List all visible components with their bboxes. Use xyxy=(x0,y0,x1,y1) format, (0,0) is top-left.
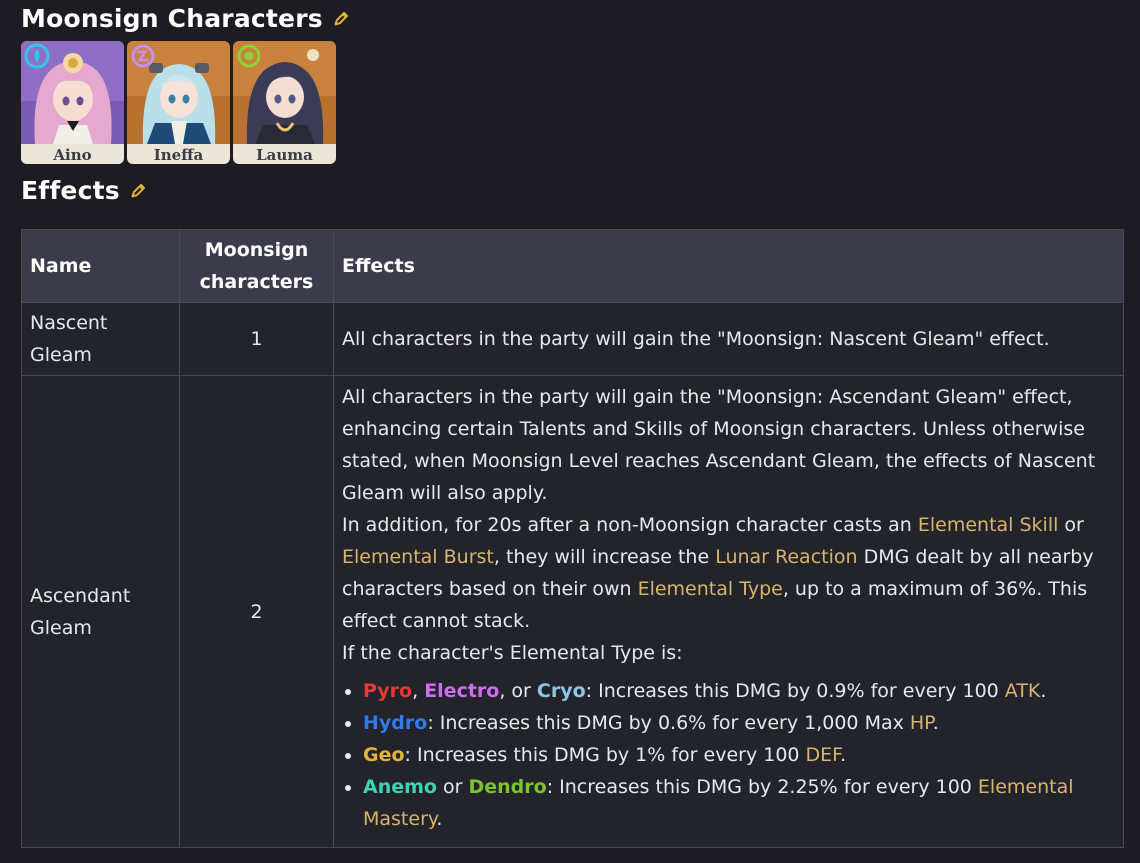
effect-condition: If the character's Elemental Type is: xyxy=(342,642,683,664)
text: , they will increase the xyxy=(493,546,716,568)
character-name: Lauma xyxy=(233,144,336,164)
character-cards: Aino Ineffa Lauma xyxy=(21,41,336,164)
row-count: 1 xyxy=(179,302,334,376)
column-header-effects[interactable]: Effects xyxy=(333,229,1124,303)
element-bullet-list: Pyro, Electro, or Cryo: Increases this D… xyxy=(342,675,1115,835)
cryo-label: Cryo xyxy=(536,680,586,702)
character-card-lauma[interactable]: Lauma xyxy=(233,41,336,164)
text: or xyxy=(1058,514,1084,536)
electro-label: Electro xyxy=(424,680,500,702)
column-header-name[interactable]: Name xyxy=(21,229,180,303)
pyro-label: Pyro xyxy=(363,680,413,702)
text: , xyxy=(412,680,425,702)
text: . xyxy=(932,712,939,734)
link-def[interactable]: DEF xyxy=(806,744,841,766)
table-row: Nascent Gleam 1 All characters in the pa… xyxy=(21,302,1124,376)
text: , or xyxy=(499,680,537,702)
text: : Increases this DMG by 2.25% for every … xyxy=(546,776,978,798)
text: . xyxy=(1040,680,1047,702)
list-item: Geo: Increases this DMG by 1% for every … xyxy=(363,739,1115,771)
section-title: Effects xyxy=(21,176,120,205)
text: . xyxy=(840,744,847,766)
text: or xyxy=(436,776,469,798)
edit-pencil-icon[interactable] xyxy=(130,182,147,199)
row-effect: All characters in the party will gain th… xyxy=(333,302,1124,376)
effects-heading: Effects xyxy=(21,176,147,205)
row-effect: All characters in the party will gain th… xyxy=(333,375,1124,848)
character-card-aino[interactable]: Aino xyxy=(21,41,124,164)
character-name: Aino xyxy=(21,144,124,164)
effect-intro: All characters in the party will gain th… xyxy=(342,386,1096,504)
row-name: Ascendant Gleam xyxy=(21,375,180,848)
moonsign-characters-heading: Moonsign Characters xyxy=(21,4,350,33)
effects-table: Name Moonsign characters Effects Nascent… xyxy=(21,229,1124,848)
text: : Increases this DMG by 0.9% for every 1… xyxy=(585,680,1005,702)
effect-detail: In addition, for 20s after a non-Moonsig… xyxy=(342,509,1115,637)
row-count: 2 xyxy=(179,375,334,848)
edit-pencil-icon[interactable] xyxy=(333,10,350,27)
section-title: Moonsign Characters xyxy=(21,4,323,33)
dendro-label: Dendro xyxy=(468,776,547,798)
character-card-ineffa[interactable]: Ineffa xyxy=(127,41,230,164)
link-elemental-skill[interactable]: Elemental Skill xyxy=(918,514,1059,536)
link-lunar-reaction[interactable]: Lunar Reaction xyxy=(715,546,857,568)
text: . xyxy=(436,808,443,830)
list-item: Anemo or Dendro: Increases this DMG by 2… xyxy=(363,771,1115,835)
table-header-row: Name Moonsign characters Effects xyxy=(21,229,1124,303)
hydro-label: Hydro xyxy=(363,712,428,734)
table-row: Ascendant Gleam 2 All characters in the … xyxy=(21,375,1124,848)
row-name: Nascent Gleam xyxy=(21,302,180,376)
column-header-count[interactable]: Moonsign characters xyxy=(179,229,334,303)
hydro-icon xyxy=(24,43,50,69)
anemo-label: Anemo xyxy=(363,776,437,798)
link-hp[interactable]: HP xyxy=(910,712,933,734)
link-atk[interactable]: ATK xyxy=(1005,680,1041,702)
text: In addition, for 20s after a non-Moonsig… xyxy=(342,514,918,536)
link-elemental-type[interactable]: Elemental Type xyxy=(638,578,783,600)
list-item: Hydro: Increases this DMG by 0.6% for ev… xyxy=(363,707,1115,739)
page: Moonsign Characters Aino Ineffa Lauma Ef… xyxy=(0,0,1140,863)
electro-icon xyxy=(131,44,155,68)
link-elemental-burst[interactable]: Elemental Burst xyxy=(342,546,494,568)
text: : Increases this DMG by 1% for every 100 xyxy=(404,744,806,766)
list-item: Pyro, Electro, or Cryo: Increases this D… xyxy=(363,675,1115,707)
character-name: Ineffa xyxy=(127,144,230,164)
dendro-icon xyxy=(237,44,261,68)
geo-label: Geo xyxy=(363,744,405,766)
text: : Increases this DMG by 0.6% for every 1… xyxy=(427,712,910,734)
